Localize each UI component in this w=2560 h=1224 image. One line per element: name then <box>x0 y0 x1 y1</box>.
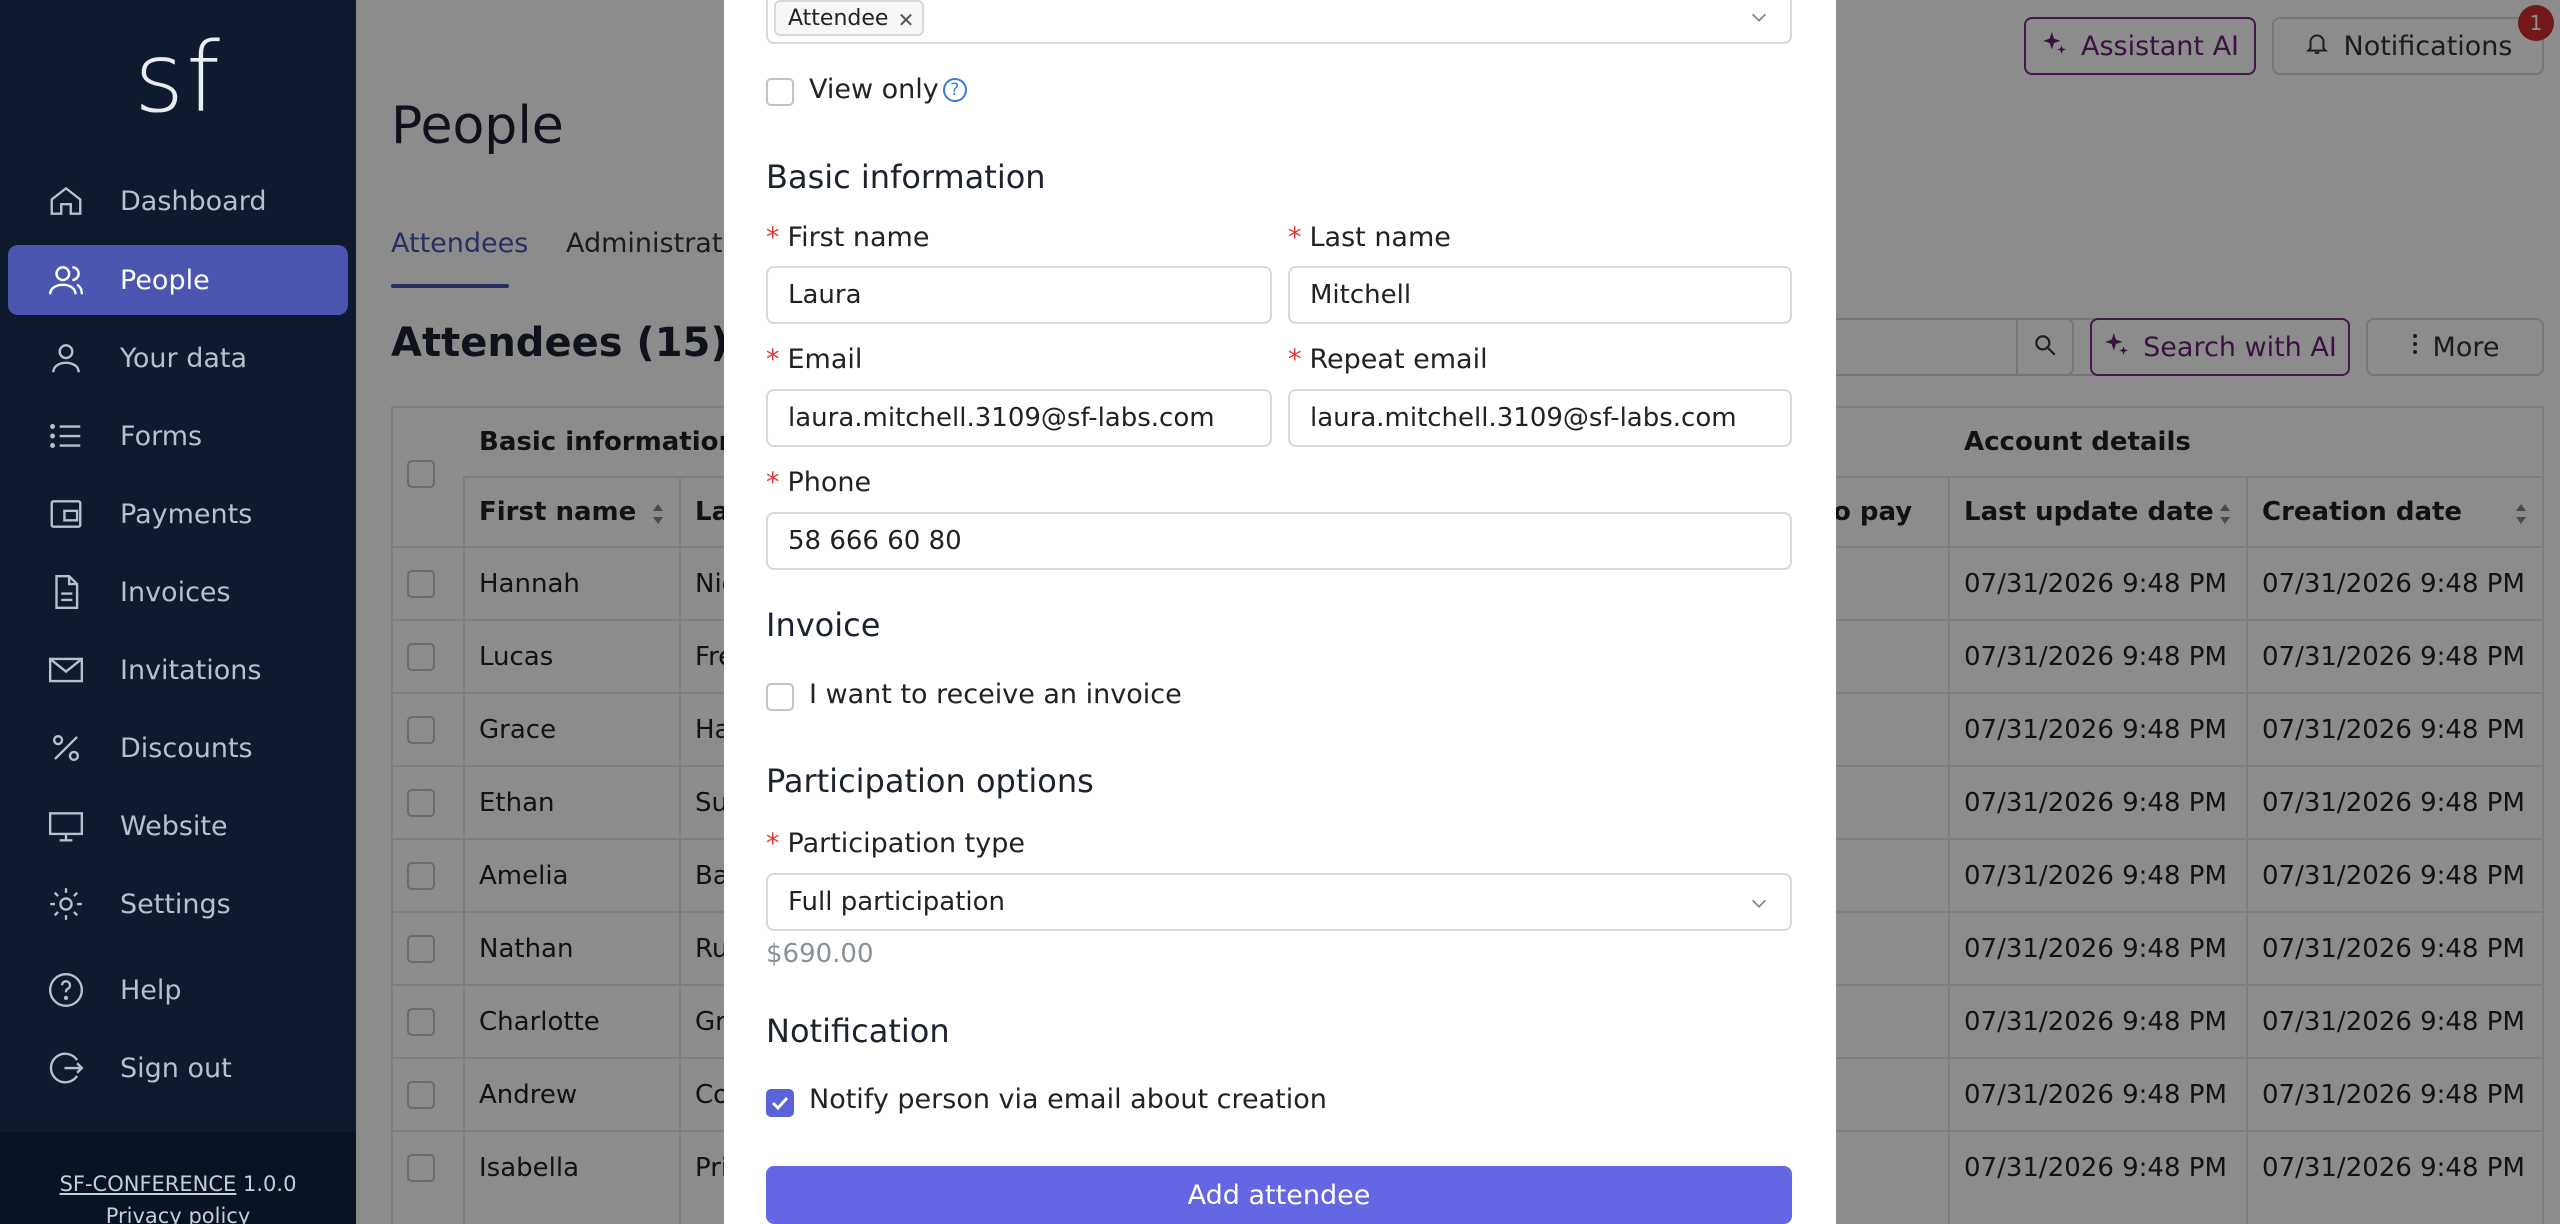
percent-icon <box>46 728 86 768</box>
first-name-field[interactable]: Laura <box>766 266 1272 324</box>
sidebar-item-sign-out[interactable]: Sign out <box>8 1033 348 1103</box>
add-attendee-modal: Attendee ✕ View only? Basic information … <box>724 0 1836 1224</box>
sidebar-item-payments[interactable]: Payments <box>8 479 348 549</box>
email-label-text: Email <box>787 344 863 375</box>
phone-field[interactable]: 58 666 60 80 <box>766 512 1792 570</box>
participation-price: $690.00 <box>766 939 874 969</box>
envelope-icon <box>46 650 86 690</box>
sidebar-item-invitations[interactable]: Invitations <box>8 635 348 705</box>
sidebar: sf Dashboard People Your data Forms Paym… <box>0 0 356 1224</box>
required-marker: * <box>1288 222 1302 253</box>
repeat-email-field[interactable]: laura.mitchell.3109@sf-labs.com <box>1288 389 1792 447</box>
sidebar-item-help[interactable]: Help <box>8 955 348 1025</box>
sidebar-item-dashboard[interactable]: Dashboard <box>8 166 348 236</box>
role-chip: Attendee ✕ <box>774 0 925 36</box>
sidebar-footer: SF-CONFERENCE 1.0.0 Privacy policy <box>0 1132 356 1224</box>
required-marker: * <box>1288 344 1302 375</box>
sidebar-item-settings[interactable]: Settings <box>8 869 348 939</box>
last-name-field[interactable]: Mitchell <box>1288 266 1792 324</box>
notification-heading: Notification <box>766 1012 950 1050</box>
participation-type-label-text: Participation type <box>787 828 1025 859</box>
user-icon <box>46 338 86 378</box>
required-marker: * <box>766 222 780 253</box>
invoice-checkbox[interactable] <box>766 683 794 711</box>
sidebar-item-label: Your data <box>120 342 248 374</box>
participation-type-value: Full participation <box>788 887 1006 917</box>
last-name-label: * Last name <box>1288 222 1451 253</box>
monitor-icon <box>46 806 86 846</box>
document-icon <box>46 572 86 612</box>
phone-label-text: Phone <box>787 467 872 498</box>
brand-link[interactable]: SF-CONFERENCE <box>60 1172 237 1196</box>
sidebar-item-label: Invoices <box>120 576 231 608</box>
view-only-text: View only <box>809 74 939 105</box>
sidebar-item-invoices[interactable]: Invoices <box>8 557 348 627</box>
sidebar-item-forms[interactable]: Forms <box>8 401 348 471</box>
sidebar-item-label: Invitations <box>120 654 262 686</box>
checkmark-icon <box>771 1096 789 1111</box>
help-icon[interactable]: ? <box>942 78 967 102</box>
role-chip-label: Attendee <box>788 5 889 31</box>
sidebar-item-website[interactable]: Website <box>8 791 348 861</box>
gear-icon <box>46 884 86 924</box>
sidebar-item-discounts[interactable]: Discounts <box>8 713 348 783</box>
sidebar-item-label: Dashboard <box>120 185 267 217</box>
participation-options-heading: Participation options <box>766 762 1094 800</box>
app-logo[interactable]: sf <box>0 22 356 134</box>
first-name-label-text: First name <box>787 222 930 253</box>
sidebar-item-label: Help <box>120 974 182 1006</box>
email-label: * Email <box>766 344 862 375</box>
invoice-label: I want to receive an invoice <box>809 679 1182 710</box>
sidebar-item-people[interactable]: People <box>8 245 348 315</box>
add-attendee-button[interactable]: Add attendee <box>766 1166 1792 1224</box>
sidebar-item-label: People <box>120 264 210 296</box>
people-icon <box>46 260 86 300</box>
email-field[interactable]: laura.mitchell.3109@sf-labs.com <box>766 389 1272 447</box>
notify-email-label: Notify person via email about creation <box>809 1084 1327 1115</box>
view-only-label: View only? <box>809 74 967 105</box>
sidebar-item-label: Settings <box>120 888 231 920</box>
privacy-policy-link[interactable]: Privacy policy <box>106 1204 251 1224</box>
repeat-email-label: * Repeat email <box>1288 344 1488 375</box>
first-name-label: * First name <box>766 222 929 253</box>
wallet-icon <box>46 494 86 534</box>
sidebar-item-label: Forms <box>120 420 203 452</box>
invoice-heading: Invoice <box>766 606 881 644</box>
chevron-down-icon <box>1751 13 1767 22</box>
view-only-checkbox[interactable] <box>766 78 794 106</box>
last-name-label-text: Last name <box>1309 222 1451 253</box>
sidebar-item-label: Website <box>120 810 228 842</box>
question-icon <box>46 970 86 1010</box>
required-marker: * <box>766 828 780 859</box>
sidebar-item-label: Discounts <box>120 732 253 764</box>
roles-select[interactable]: Attendee ✕ <box>766 0 1792 44</box>
notify-email-checkbox[interactable] <box>766 1089 794 1117</box>
version-label: 1.0.0 <box>243 1172 297 1196</box>
participation-type-select[interactable]: Full participation <box>766 873 1792 931</box>
participation-type-label: * Participation type <box>766 828 1025 859</box>
basic-information-heading: Basic information <box>766 158 1046 196</box>
required-marker: * <box>766 344 780 375</box>
required-marker: * <box>766 467 780 498</box>
sidebar-item-label: Payments <box>120 498 253 530</box>
list-icon <box>46 416 86 456</box>
sidebar-item-your-data[interactable]: Your data <box>8 323 348 393</box>
sidebar-item-label: Sign out <box>120 1052 232 1084</box>
chevron-down-icon <box>1751 899 1767 908</box>
phone-label: * Phone <box>766 467 871 498</box>
repeat-email-label-text: Repeat email <box>1309 344 1488 375</box>
close-icon[interactable]: ✕ <box>898 8 915 32</box>
sign-out-icon <box>46 1048 86 1088</box>
home-icon <box>46 181 86 221</box>
